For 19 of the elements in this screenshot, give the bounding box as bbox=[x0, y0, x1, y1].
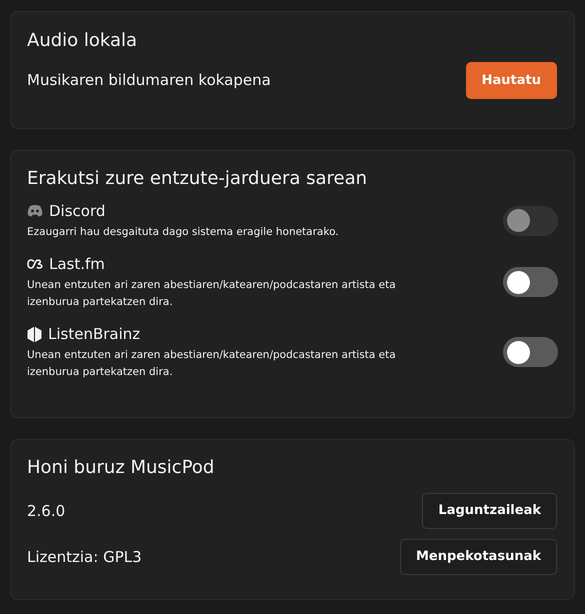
toggle-switch[interactable] bbox=[503, 267, 558, 297]
section-title: Erakutsi zure entzute-jarduera sarean bbox=[27, 167, 368, 191]
service-description: Ezaugarri hau desgaituta dago sistema eragile honetarako. bbox=[27, 225, 340, 240]
info-text: 2.6.0 bbox=[27, 500, 66, 522]
gamepad-icon bbox=[27, 204, 43, 218]
service-description: Unean entzuten ari zaren abestiaren/katearen/podcastaren artista eta izenburua partekatzen dira. bbox=[27, 278, 397, 310]
info-text: Lizentzia: GPL3 bbox=[27, 546, 142, 568]
hexagon-icon bbox=[27, 326, 42, 342]
toggle-switch[interactable] bbox=[503, 337, 558, 367]
service-name: Last.fm bbox=[49, 254, 105, 275]
service-name: ListenBrainz bbox=[48, 324, 140, 345]
service-description: Unean entzuten ari zaren abestiaren/katearen/podcastaren artista eta izenburua partekatzen dira. bbox=[27, 348, 397, 380]
service-name: Discord bbox=[49, 200, 106, 222]
scrobble-icon bbox=[27, 259, 43, 269]
setting-label: Musikaren bildumaren kokapena bbox=[27, 70, 271, 92]
section-title: Honi buruz MusicPod bbox=[27, 456, 216, 480]
secondary-button[interactable]: Menpekotasunak bbox=[400, 539, 557, 575]
section-title: Audio lokala bbox=[27, 29, 138, 53]
secondary-button[interactable]: Laguntzaileak bbox=[422, 493, 557, 529]
